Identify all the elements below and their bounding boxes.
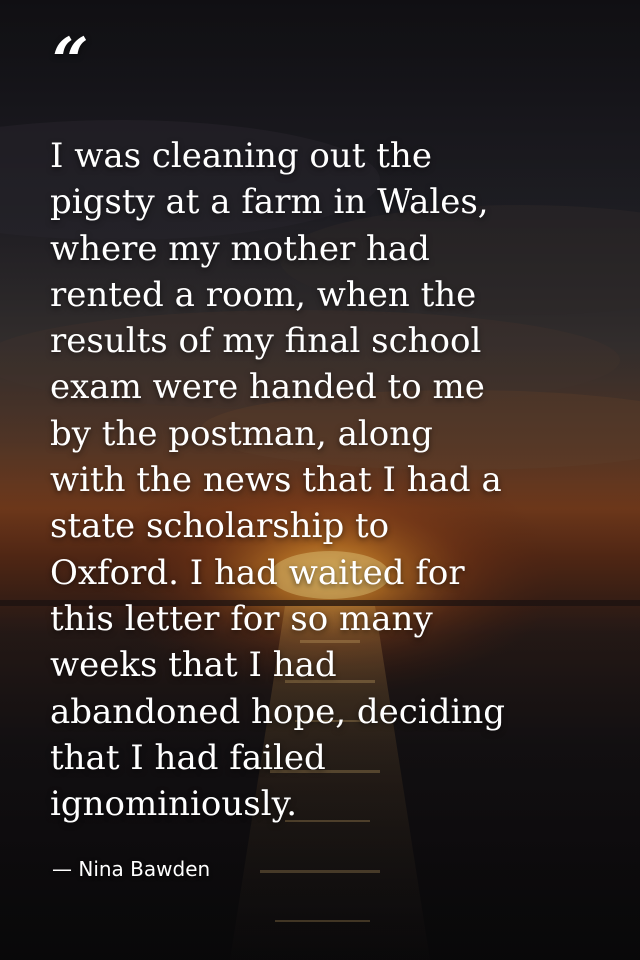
quote-mark-icon: “ — [52, 24, 89, 99]
quote-author: — Nina Bawden — [52, 857, 211, 881]
quote-card: “ I was cleaning out the pigsty at a far… — [0, 0, 640, 960]
quote-text: I was cleaning out the pigsty at a farm … — [50, 136, 505, 825]
